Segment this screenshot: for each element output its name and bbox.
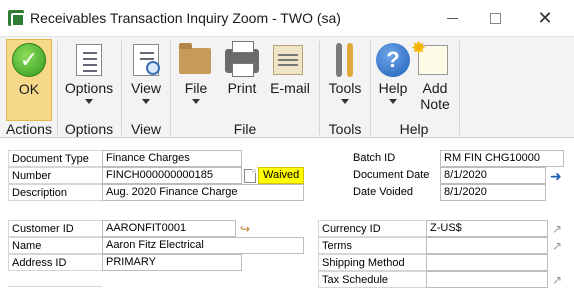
- group-label-help: Help: [399, 121, 429, 137]
- close-button[interactable]: ✕: [525, 4, 565, 32]
- print-label: Print: [227, 80, 257, 96]
- customer-id-label: Customer ID: [8, 220, 102, 237]
- dropdown-arrow-icon: [389, 99, 397, 104]
- date-voided-field[interactable]: 8/1/2020: [440, 184, 546, 201]
- inquiry-form: Document Type Finance Charges Number FIN…: [0, 139, 574, 290]
- ok-button[interactable]: ✓ OK: [11, 43, 47, 97]
- minimize-icon: [446, 17, 458, 19]
- view-icon: [129, 43, 163, 77]
- dropdown-arrow-icon: [341, 99, 349, 104]
- window-title: Receivables Transaction Inquiry Zoom - T…: [30, 10, 341, 26]
- add-note-label-line2: Note: [420, 96, 450, 112]
- terms-lookup-icon[interactable]: ↗: [550, 239, 564, 253]
- date-voided-label: Date Voided: [353, 186, 413, 198]
- options-icon: [72, 43, 106, 77]
- file-label: File: [184, 80, 208, 96]
- currency-lookup-icon[interactable]: ↗: [550, 222, 564, 236]
- view-button[interactable]: View: [126, 43, 166, 104]
- divider: [8, 286, 102, 287]
- minimize-button[interactable]: [432, 4, 472, 32]
- description-field[interactable]: Aug. 2020 Finance Charge: [102, 184, 304, 201]
- add-note-label-line1: Add: [422, 80, 448, 96]
- folder-icon: [179, 43, 213, 77]
- group-label-file: File: [233, 121, 257, 137]
- print-button[interactable]: Print: [222, 41, 262, 96]
- checkmark-icon: ✓: [12, 43, 46, 77]
- waived-status-badge: Waived: [258, 167, 304, 184]
- options-label: Options: [64, 80, 114, 96]
- batch-id-label: Batch ID: [353, 152, 396, 164]
- maximize-icon: [489, 12, 501, 24]
- options-button[interactable]: Options: [62, 43, 116, 104]
- maximize-button[interactable]: [475, 4, 515, 32]
- document-date-label: Document Date: [353, 169, 430, 181]
- group-label-options: Options: [64, 121, 114, 137]
- ribbon-toolbar: ✓ OK Actions Options Options View View F…: [0, 36, 574, 138]
- tools-label: Tools: [328, 80, 362, 96]
- document-date-field[interactable]: 8/1/2020: [440, 167, 546, 184]
- ribbon-separator: [459, 41, 460, 135]
- currency-id-label: Currency ID: [318, 220, 426, 237]
- document-note-icon[interactable]: [244, 169, 256, 183]
- printer-icon: [225, 41, 259, 77]
- add-note-button[interactable]: ✸ Add Note: [411, 38, 454, 112]
- email-button[interactable]: E-mail: [266, 43, 314, 96]
- number-label: Number: [8, 167, 102, 184]
- document-date-expand-arrow-icon[interactable]: ➜: [550, 169, 562, 183]
- address-id-field[interactable]: PRIMARY: [102, 254, 242, 271]
- terms-field[interactable]: [426, 237, 548, 254]
- ok-label: OK: [18, 81, 40, 97]
- tools-button[interactable]: Tools: [324, 43, 366, 104]
- document-type-label: Document Type: [8, 150, 102, 167]
- group-label-view: View: [130, 121, 162, 137]
- dropdown-arrow-icon: [142, 99, 150, 104]
- tax-schedule-label: Tax Schedule: [318, 271, 426, 288]
- customer-go-to-icon[interactable]: ↪: [240, 222, 260, 236]
- file-button[interactable]: File: [178, 43, 214, 104]
- view-label: View: [130, 80, 162, 96]
- email-icon: [273, 43, 307, 77]
- help-label: Help: [378, 80, 408, 96]
- email-label: E-mail: [270, 80, 310, 96]
- ribbon-separator: [370, 41, 371, 135]
- ribbon-separator: [170, 41, 171, 135]
- tax-schedule-field[interactable]: [426, 271, 548, 288]
- document-type-field[interactable]: Finance Charges: [102, 150, 242, 167]
- ribbon-separator: [319, 41, 320, 135]
- ribbon-separator: [121, 41, 122, 135]
- description-label: Description: [8, 184, 102, 201]
- shipping-method-field[interactable]: [426, 254, 548, 271]
- group-label-tools: Tools: [328, 121, 362, 137]
- dropdown-arrow-icon: [85, 99, 93, 104]
- note-icon: ✸: [411, 38, 452, 77]
- title-bar: Receivables Transaction Inquiry Zoom - T…: [0, 0, 574, 36]
- help-button[interactable]: ? Help: [374, 43, 412, 104]
- address-id-label: Address ID: [8, 254, 102, 271]
- ribbon-separator: [57, 41, 58, 135]
- group-label-actions: Actions: [6, 121, 52, 137]
- help-icon: ?: [376, 43, 410, 77]
- dropdown-arrow-icon: [192, 99, 200, 104]
- name-label: Name: [8, 237, 102, 254]
- close-icon: ✕: [537, 8, 553, 28]
- tools-icon: [328, 43, 362, 77]
- currency-id-field[interactable]: Z-US$: [426, 220, 548, 237]
- customer-id-field[interactable]: AARONFIT0001: [102, 220, 236, 237]
- name-field[interactable]: Aaron Fitz Electrical: [102, 237, 304, 254]
- app-icon: [8, 10, 25, 27]
- tax-schedule-lookup-icon[interactable]: ↗: [550, 273, 564, 287]
- shipping-method-label: Shipping Method: [318, 254, 426, 271]
- terms-label: Terms: [318, 237, 426, 254]
- number-field[interactable]: FINCH000000000185: [102, 167, 242, 184]
- batch-id-field[interactable]: RM FIN CHG10000: [440, 150, 564, 167]
